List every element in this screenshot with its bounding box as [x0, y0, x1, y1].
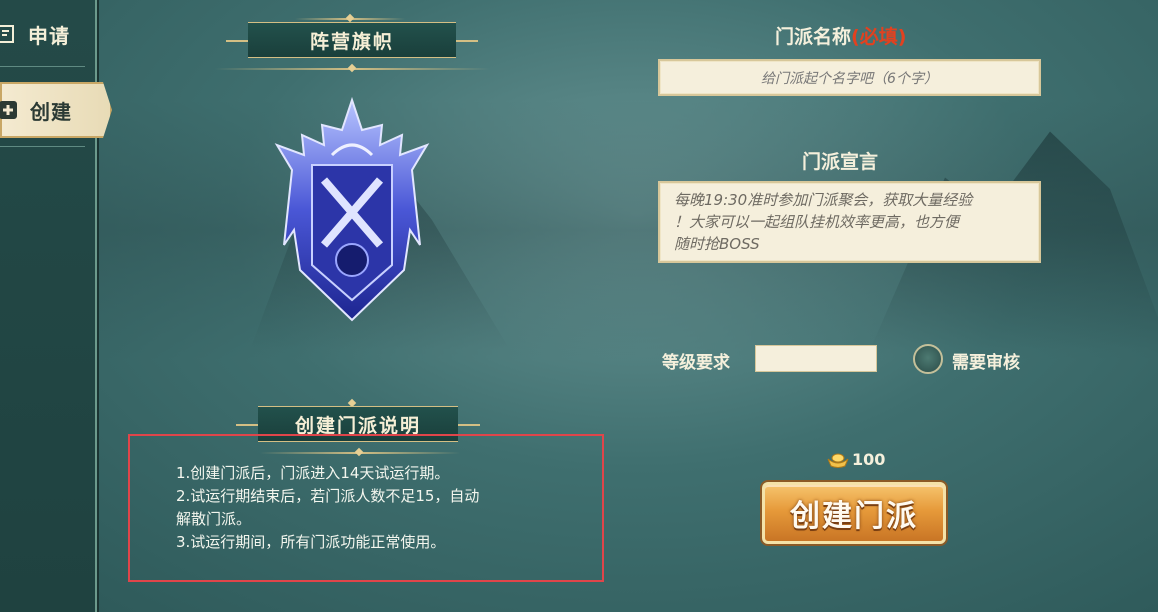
sect-name-label: 门派名称(必填)	[775, 22, 906, 49]
blue-faction-emblem-icon[interactable]	[262, 95, 442, 325]
instructions-text: 1.创建门派后，门派进入14天试运行期。 2.试运行期结束后，若门派人数不足15…	[176, 462, 576, 554]
create-plus-icon	[0, 101, 17, 119]
faction-banner-title-text: 阵营旗帜	[309, 30, 394, 53]
level-requirement-input[interactable]	[755, 345, 877, 372]
faction-banner-title: 阵营旗帜	[226, 22, 478, 58]
sidebar-item-apply[interactable]: 申请	[0, 10, 95, 58]
instruction-line: 1.创建门派后，门派进入14天试运行期。	[176, 464, 450, 482]
level-requirement-label: 等级要求	[662, 353, 730, 373]
sect-name-placeholder: 给门派起个名字吧（6个字）	[761, 70, 938, 87]
declaration-line: ！大家可以一起组队挂机效率更高，也方便	[674, 213, 960, 231]
instructions-box: 1.创建门派后，门派进入14天试运行期。 2.试运行期结束后，若门派人数不足15…	[128, 434, 604, 582]
required-mark: (必填)	[851, 26, 907, 48]
sidebar-divider	[0, 146, 85, 147]
instruction-line: 3.试运行期间，所有门派功能正常使用。	[176, 533, 446, 551]
cost-amount: 100	[852, 450, 886, 469]
instruction-line: 2.试运行期结束后，若门派人数不足15，自动	[176, 487, 480, 505]
ornament-dot	[347, 63, 357, 73]
sect-name-input[interactable]: 给门派起个名字吧（6个字）	[658, 59, 1041, 96]
review-checkbox[interactable]	[913, 344, 943, 374]
sidebar-divider	[0, 66, 85, 67]
create-sect-button-label: 创建门派	[790, 499, 918, 534]
review-checkbox-label: 需要审核	[952, 353, 1020, 373]
declaration-label: 门派宣言	[802, 151, 879, 173]
instruction-line: 解散门派。	[176, 510, 252, 528]
sect-name-label-text: 门派名称	[775, 26, 852, 48]
declaration-line: 随时抢BOSS	[674, 235, 760, 253]
sidebar-item-label: 创建	[30, 99, 72, 124]
declaration-input[interactable]: 每晚19:30准时参加门派聚会，获取大量经验 ！大家可以一起组队挂机效率更高，也…	[658, 181, 1041, 263]
apply-icon	[0, 25, 14, 43]
sidebar-item-label: 申请	[28, 23, 70, 48]
declaration-line: 每晚19:30准时参加门派聚会，获取大量经验	[674, 191, 973, 209]
create-cost: 100	[826, 450, 885, 469]
create-sect-button[interactable]: 创建门派	[762, 482, 946, 544]
sidebar: 申请 创建	[0, 0, 112, 612]
ornament-dot	[345, 13, 355, 23]
sidebar-item-create[interactable]: 创建	[0, 82, 112, 138]
gold-ingot-icon	[827, 453, 849, 468]
